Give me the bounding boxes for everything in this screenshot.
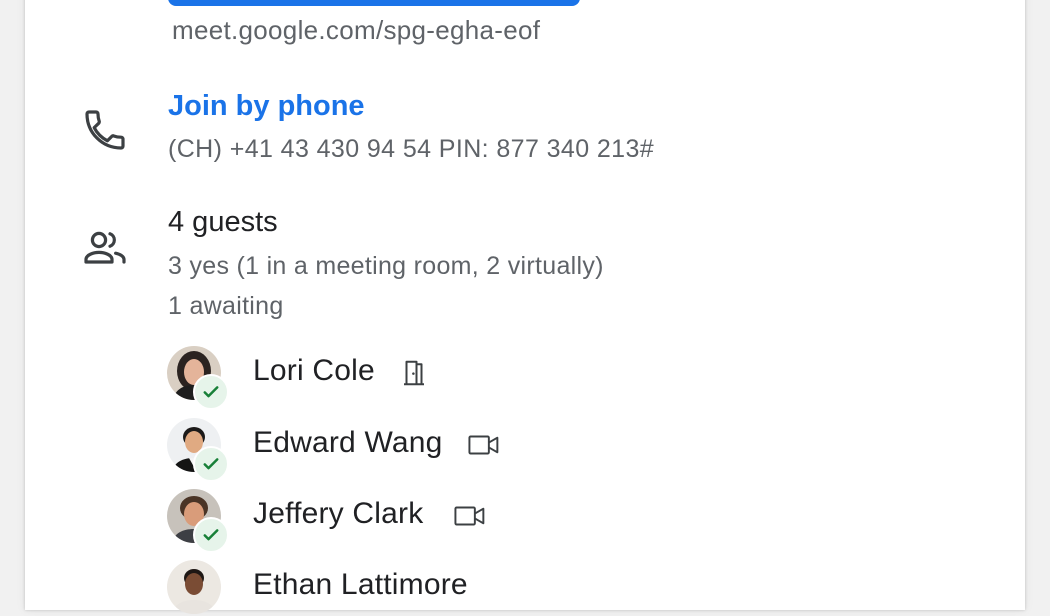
- people-icon: [81, 224, 129, 277]
- join-meet-button[interactable]: [168, 0, 580, 6]
- guest-name: Ethan Lattimore: [253, 568, 468, 601]
- guest-name: Lori Cole: [253, 354, 375, 387]
- guest-item-jeffery-clark[interactable]: Jeffery Clark: [167, 485, 767, 553]
- check-icon: [203, 458, 219, 470]
- check-icon: [203, 529, 219, 541]
- accepted-badge: [193, 517, 229, 553]
- guest-name: Jeffery Clark: [253, 497, 424, 530]
- phone-icon: [81, 106, 129, 159]
- guests-yes-summary: 3 yes (1 in a meeting room, 2 virtually): [168, 252, 604, 280]
- meet-link[interactable]: meet.google.com/spg-egha-eof: [172, 15, 540, 46]
- accepted-badge: [193, 446, 229, 482]
- video-camera-icon: [467, 430, 501, 465]
- check-icon: [203, 386, 219, 398]
- guest-item-edward-wang[interactable]: Edward Wang: [167, 414, 767, 482]
- guest-item-ethan-lattimore[interactable]: Ethan Lattimore: [167, 556, 767, 616]
- avatar: [167, 560, 221, 614]
- guest-item-lori-cole[interactable]: Lori Cole: [167, 342, 767, 410]
- phone-number: (CH) +41 43 430 94 54 PIN: 877 340 213#: [168, 135, 655, 163]
- accepted-badge: [193, 374, 229, 410]
- guest-name: Edward Wang: [253, 426, 443, 459]
- video-camera-icon: [453, 501, 487, 536]
- guests-count: 4 guests: [168, 206, 278, 238]
- guests-awaiting-summary: 1 awaiting: [168, 292, 284, 320]
- meeting-room-icon: [399, 358, 429, 393]
- event-details-card: meet.google.com/spg-egha-eof Join by pho…: [25, 0, 1025, 614]
- join-by-phone-link[interactable]: Join by phone: [168, 90, 365, 123]
